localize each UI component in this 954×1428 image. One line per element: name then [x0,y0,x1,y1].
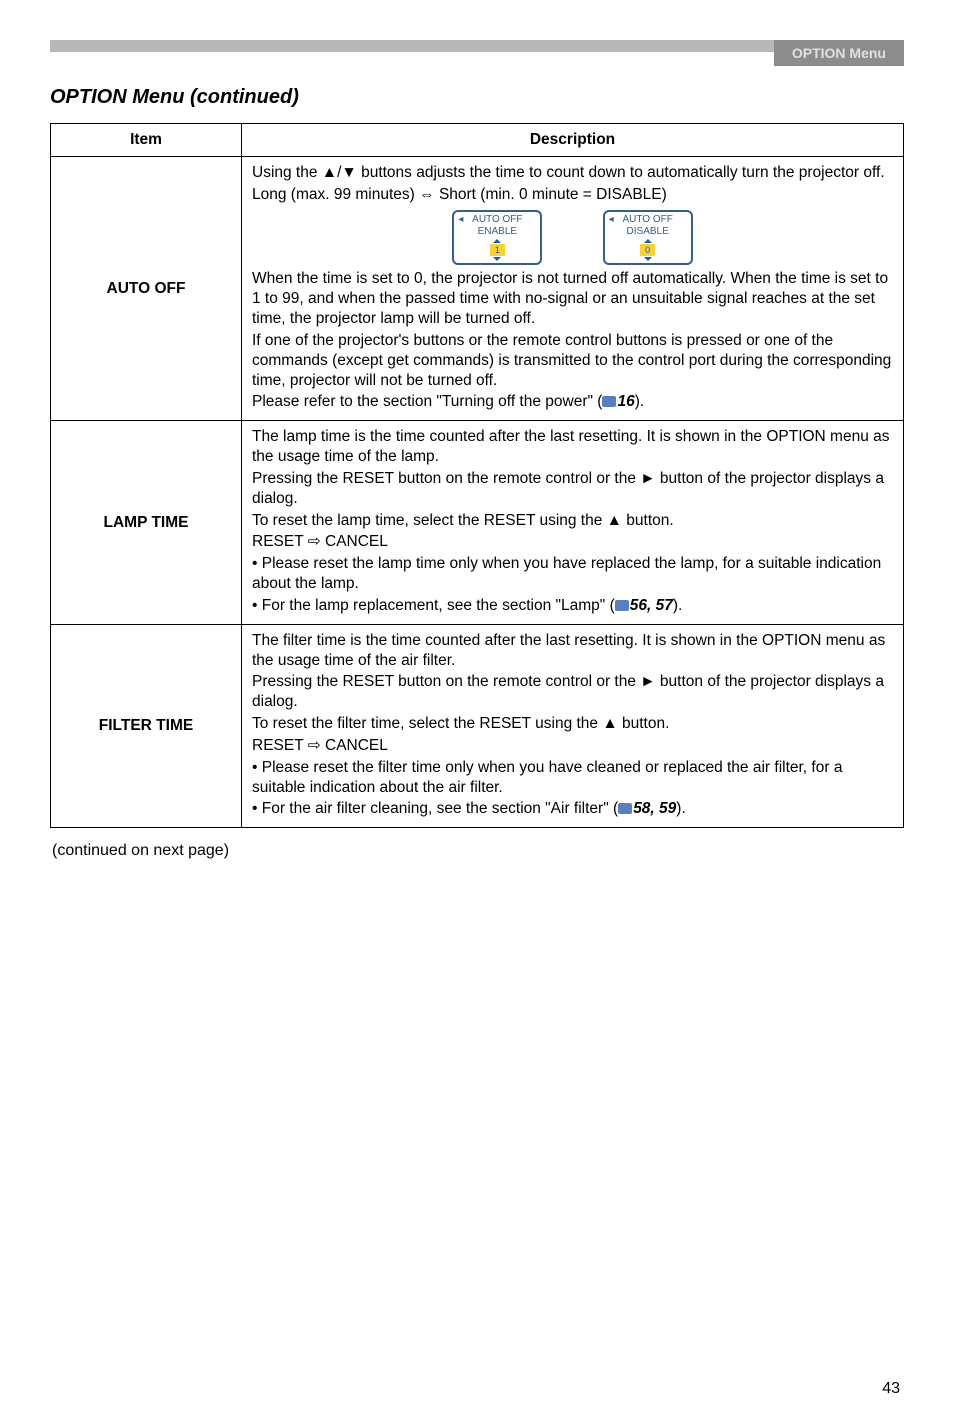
filter-p2: Pressing the RESET button on the remote … [252,672,893,712]
filter-p3: To reset the filter time, select the RES… [252,714,893,734]
badge1-num: 1 [490,244,505,256]
down-arrow-icon [644,257,652,261]
table-row: FILTER TIME The filter time is the time … [51,624,904,827]
up-arrow-icon [644,239,652,243]
book-icon [602,393,617,410]
header: OPTION Menu [50,40,904,66]
table-row: LAMP TIME The lamp time is the time coun… [51,421,904,624]
filter-p6: • For the air filter cleaning, see the s… [252,799,893,819]
badge1-sub: ENABLE [454,226,540,237]
back-arrow-icon: ◂ [458,214,463,225]
auto-off-p3: When the time is set to 0, the projector… [252,269,893,328]
continued-note: (continued on next page) [52,842,904,860]
header-tab: OPTION Menu [774,40,904,66]
table-row: AUTO OFF Using the ▲/▼ buttons adjusts t… [51,156,904,420]
lamp-p6: • For the lamp replacement, see the sect… [252,596,893,616]
lamp-p1: The lamp time is the time counted after … [252,427,893,467]
back-arrow-icon: ◂ [609,214,614,225]
item-lamp-time: LAMP TIME [51,421,242,624]
filter-p5: • Please reset the filter time only when… [252,758,893,798]
book-icon [618,800,633,817]
lamp-p4: RESET ⇨ CANCEL [252,532,893,552]
option-table: Item Description AUTO OFF Using the ▲/▼ … [50,123,904,828]
lamp-p3: To reset the lamp time, select the RESET… [252,511,893,531]
auto-off-p4b: Please refer to the section "Turning off… [252,392,893,412]
auto-off-badges: ◂ AUTO OFF ENABLE 1 ◂ AUTO OFF DISABLE [252,210,893,265]
col-header-description: Description [242,124,904,157]
auto-off-p4a: If one of the projector's buttons or the… [252,331,893,390]
page-number: 43 [50,1380,904,1398]
item-filter-time: FILTER TIME [51,624,242,827]
lamp-p2: Pressing the RESET button on the remote … [252,469,893,509]
badge2-sub: DISABLE [605,226,691,237]
badge2-num: 0 [640,244,655,256]
lamp-p5: • Please reset the lamp time only when y… [252,554,893,594]
auto-off-p2: Long (max. 99 minutes) ⇔ Short (min. 0 m… [252,185,893,205]
book-icon [615,597,630,614]
col-header-item: Item [51,124,242,157]
badge1-title: AUTO OFF [454,214,540,225]
filter-p1: The filter time is the time counted afte… [252,631,893,671]
badge2-title: AUTO OFF [605,214,691,225]
filter-p4: RESET ⇨ CANCEL [252,736,893,756]
up-arrow-icon [493,239,501,243]
badge-disable: ◂ AUTO OFF DISABLE 0 [603,210,693,265]
auto-off-p1: Using the ▲/▼ buttons adjusts the time t… [252,163,893,183]
badge-enable: ◂ AUTO OFF ENABLE 1 [452,210,542,265]
item-auto-off: AUTO OFF [51,156,242,420]
section-title: OPTION Menu (continued) [50,86,904,109]
down-arrow-icon [493,257,501,261]
